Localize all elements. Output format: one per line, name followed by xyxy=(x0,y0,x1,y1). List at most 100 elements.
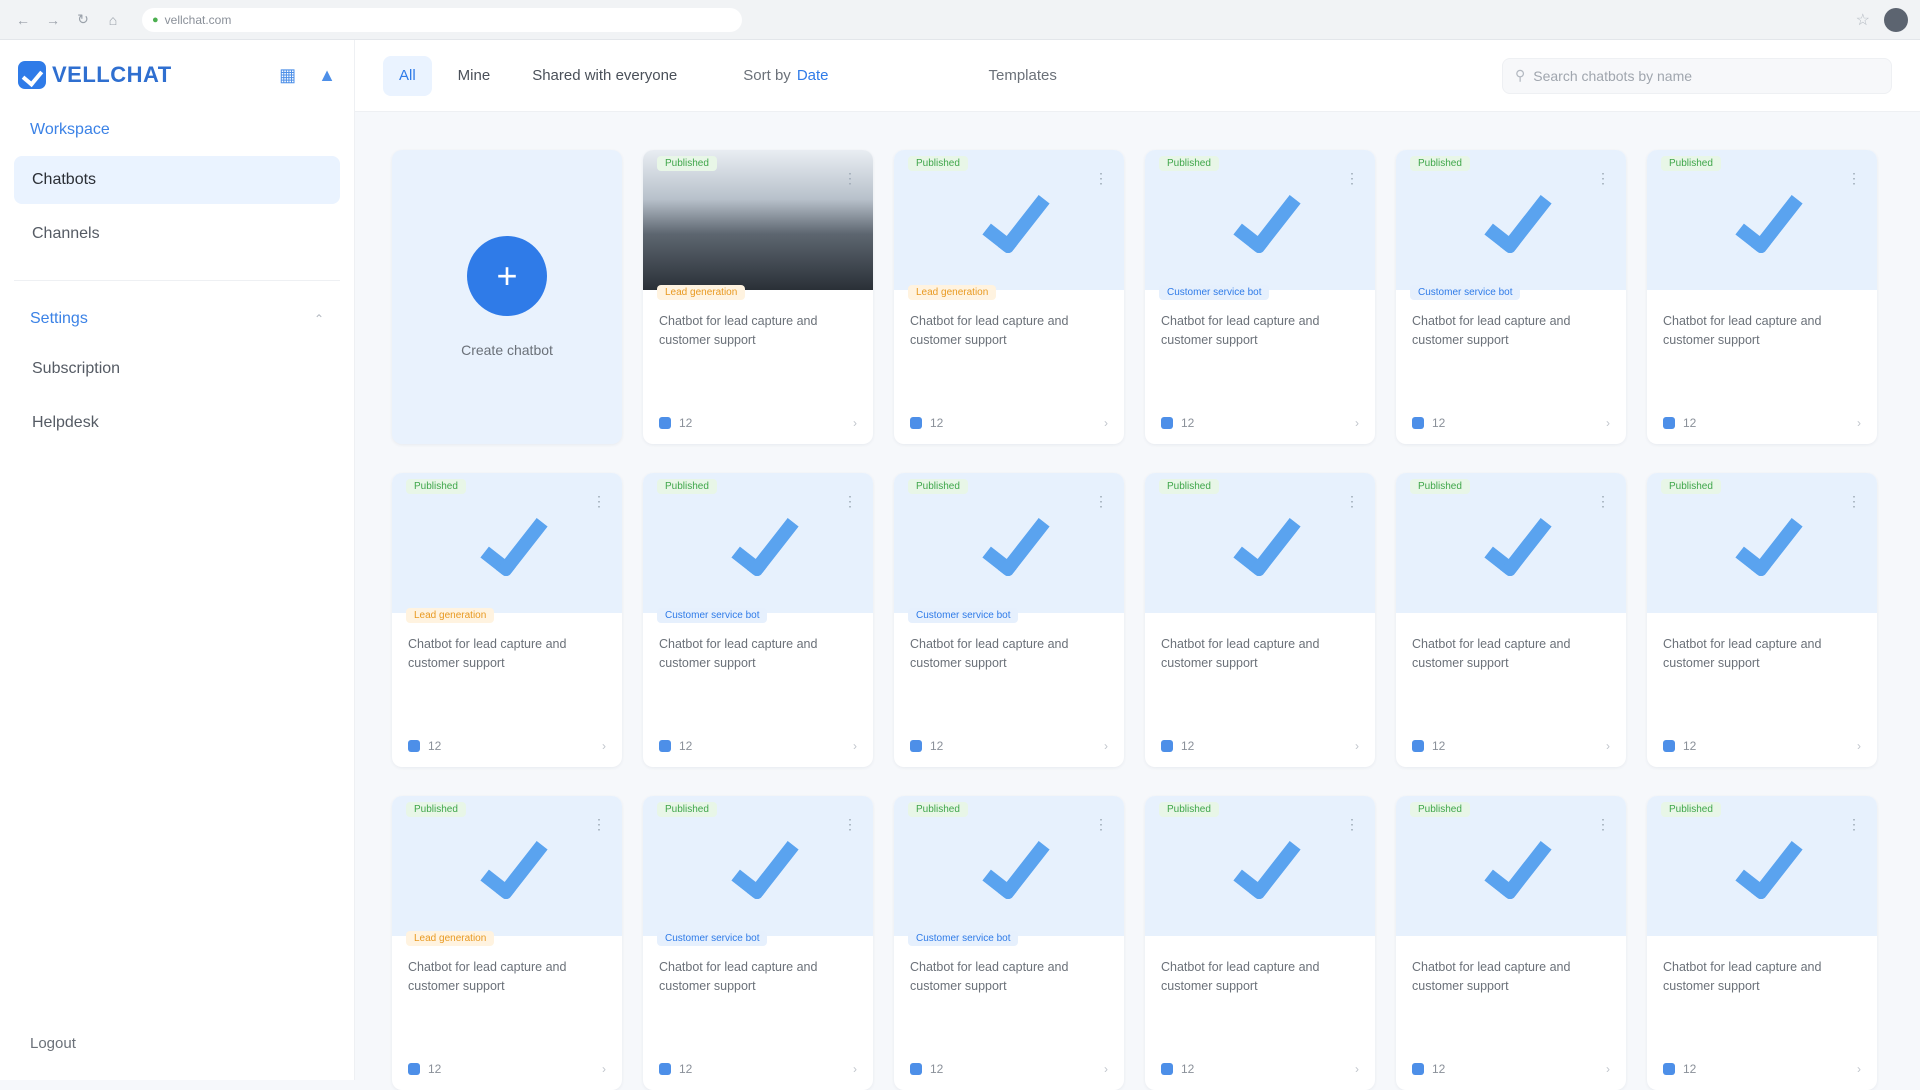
card-footer: 12 › xyxy=(1412,739,1610,753)
card-description: Chatbot for lead capture and customer su… xyxy=(408,637,567,670)
open-arrow-icon[interactable]: › xyxy=(1606,739,1610,753)
chatbot-card[interactable]: Published ⋮ Chatbot for lead capture and c… xyxy=(1396,473,1626,767)
open-arrow-icon[interactable]: › xyxy=(853,739,857,753)
chatbot-card[interactable]: Published ⋮ Customer service bot Chatbot fo… xyxy=(1396,150,1626,444)
category-badge: Customer service bot xyxy=(1410,285,1521,300)
logout-link[interactable]: Logout xyxy=(30,1035,76,1052)
open-arrow-icon[interactable]: › xyxy=(1606,416,1610,430)
sort-dropdown[interactable]: Sort by Date xyxy=(743,67,828,84)
sidebar-item-subscription[interactable]: Subscription xyxy=(14,345,340,393)
chevron-up-icon[interactable]: ⌃ xyxy=(314,312,324,326)
more-options-icon[interactable]: ⋮ xyxy=(1847,816,1861,833)
tab-all[interactable]: All xyxy=(383,55,432,96)
notification-icon[interactable]: ▲ xyxy=(318,65,336,86)
tab-mine[interactable]: Mine xyxy=(442,56,507,96)
open-arrow-icon[interactable]: › xyxy=(1355,739,1359,753)
open-arrow-icon[interactable]: › xyxy=(1355,416,1359,430)
search-icon: ⚲ xyxy=(1515,67,1526,83)
bookmark-star-icon[interactable]: ☆ xyxy=(1856,10,1870,30)
more-options-icon[interactable]: ⋮ xyxy=(592,816,606,833)
card-description: Chatbot for lead capture and customer su… xyxy=(910,314,1069,347)
chatbot-card[interactable]: Published ⋮ Lead generation Chatbot for lea… xyxy=(392,473,622,767)
profile-avatar[interactable] xyxy=(1884,7,1908,32)
chatbot-card[interactable]: Published ⋮ Chatbot for lead capture and c… xyxy=(1145,796,1375,1090)
card-thumbnail: Published ⋮ Customer service bot xyxy=(1396,150,1626,300)
reload-icon[interactable]: ↻ xyxy=(72,9,94,31)
search-input[interactable]: ⚲ Search chatbots by name xyxy=(1502,57,1892,94)
more-options-icon[interactable]: ⋮ xyxy=(1847,170,1861,187)
card-thumbnail: Published ⋮ Lead generation xyxy=(894,150,1124,300)
open-arrow-icon[interactable]: › xyxy=(1355,1062,1359,1076)
chatbot-card[interactable]: Published ⋮ Chatbot for lead capture and c… xyxy=(1647,473,1877,767)
sidebar-item-helpdesk[interactable]: Helpdesk xyxy=(14,399,340,447)
chatbot-card[interactable]: Published ⋮ Chatbot for lead capture and c… xyxy=(1145,473,1375,767)
message-count: 12 xyxy=(428,1062,442,1076)
chatbot-card[interactable]: Published ⋮ Lead generation Chatbot for lea… xyxy=(392,796,622,1090)
message-count: 12 xyxy=(679,739,693,753)
more-options-icon[interactable]: ⋮ xyxy=(1345,816,1359,833)
chatbot-card[interactable]: Published ⋮ Lead generation Chatbot for lea… xyxy=(894,150,1124,444)
chatbot-card[interactable]: Published ⋮ Chatbot for lead capture and c… xyxy=(1647,150,1877,444)
bot-logo-icon xyxy=(730,838,786,894)
card-footer: 12 › xyxy=(910,1062,1108,1076)
section-title-settings[interactable]: Settings ⌃ xyxy=(0,299,354,339)
bot-logo-icon xyxy=(1232,838,1288,894)
chatbot-card[interactable]: Published ⋮ Customer service bot Chatbot fo… xyxy=(643,796,873,1090)
sidebar-item-label: Chatbots xyxy=(32,171,97,188)
more-options-icon[interactable]: ⋮ xyxy=(1345,493,1359,510)
open-arrow-icon[interactable]: › xyxy=(602,739,606,753)
card-thumbnail: Published ⋮ xyxy=(1145,796,1375,936)
address-bar[interactable]: ● vellchat.com xyxy=(142,7,742,32)
more-options-icon[interactable]: ⋮ xyxy=(1345,170,1359,187)
chatbot-card[interactable]: Published ⋮ Chatbot for lead capture and c… xyxy=(1396,796,1626,1090)
toolbar: All Mine Shared with everyone Sort by Dat… xyxy=(355,40,1920,112)
templates-link[interactable]: Templates xyxy=(989,67,1057,84)
more-options-icon[interactable]: ⋮ xyxy=(1596,170,1610,187)
chatbot-card[interactable]: Published ⋮ Customer service bot Chatbot fo… xyxy=(643,473,873,767)
open-arrow-icon[interactable]: › xyxy=(1857,739,1861,753)
message-count-icon xyxy=(1663,740,1675,752)
chatbot-card[interactable]: Published ⋮ Customer service bot Chatbot fo… xyxy=(894,796,1124,1090)
layout-toggle-icon[interactable]: ▦ xyxy=(279,65,296,86)
more-options-icon[interactable]: ⋮ xyxy=(1094,493,1108,510)
more-options-icon[interactable]: ⋮ xyxy=(1094,816,1108,833)
message-count-icon xyxy=(910,417,922,429)
more-options-icon[interactable]: ⋮ xyxy=(1847,493,1861,510)
plus-icon[interactable]: + xyxy=(467,236,547,316)
chatbot-card[interactable]: Published ⋮ Customer service bot Chatbot fo… xyxy=(1145,150,1375,444)
message-count: 12 xyxy=(679,416,693,430)
card-description: Chatbot for lead capture and customer su… xyxy=(659,637,818,670)
open-arrow-icon[interactable]: › xyxy=(602,1062,606,1076)
open-arrow-icon[interactable]: › xyxy=(1104,1062,1108,1076)
open-arrow-icon[interactable]: › xyxy=(853,416,857,430)
bot-logo-icon xyxy=(1734,515,1790,571)
status-badge: Published xyxy=(1661,802,1721,817)
more-options-icon[interactable]: ⋮ xyxy=(1596,493,1610,510)
more-options-icon[interactable]: ⋮ xyxy=(843,816,857,833)
create-chatbot-card[interactable]: + Create chatbot xyxy=(392,150,622,444)
more-options-icon[interactable]: ⋮ xyxy=(843,170,857,187)
card-description: Chatbot for lead capture and customer su… xyxy=(408,960,567,993)
back-icon[interactable]: ← xyxy=(12,9,34,31)
open-arrow-icon[interactable]: › xyxy=(1104,416,1108,430)
open-arrow-icon[interactable]: › xyxy=(1857,1062,1861,1076)
sidebar-item-channels[interactable]: Channels xyxy=(14,210,340,258)
more-options-icon[interactable]: ⋮ xyxy=(843,493,857,510)
sidebar-item-chatbots[interactable]: Chatbots xyxy=(14,156,340,204)
forward-icon[interactable]: → xyxy=(42,9,64,31)
card-thumbnail: Published ⋮ Lead generation xyxy=(392,796,622,946)
home-icon[interactable]: ⌂ xyxy=(102,9,124,31)
more-options-icon[interactable]: ⋮ xyxy=(1094,170,1108,187)
open-arrow-icon[interactable]: › xyxy=(853,1062,857,1076)
card-footer: 12 › xyxy=(659,739,857,753)
more-options-icon[interactable]: ⋮ xyxy=(1596,816,1610,833)
open-arrow-icon[interactable]: › xyxy=(1606,1062,1610,1076)
chatbot-card[interactable]: Published ⋮ Chatbot for lead capture and c… xyxy=(1647,796,1877,1090)
chatbot-card[interactable]: Published ⋮ Customer service bot Chatbot fo… xyxy=(894,473,1124,767)
chatbot-card[interactable]: Published ⋮ Lead generation Chatbot for lea… xyxy=(643,150,873,444)
more-options-icon[interactable]: ⋮ xyxy=(592,493,606,510)
category-badge: Customer service bot xyxy=(908,608,1019,623)
open-arrow-icon[interactable]: › xyxy=(1104,739,1108,753)
open-arrow-icon[interactable]: › xyxy=(1857,416,1861,430)
tab-shared[interactable]: Shared with everyone xyxy=(516,56,693,96)
